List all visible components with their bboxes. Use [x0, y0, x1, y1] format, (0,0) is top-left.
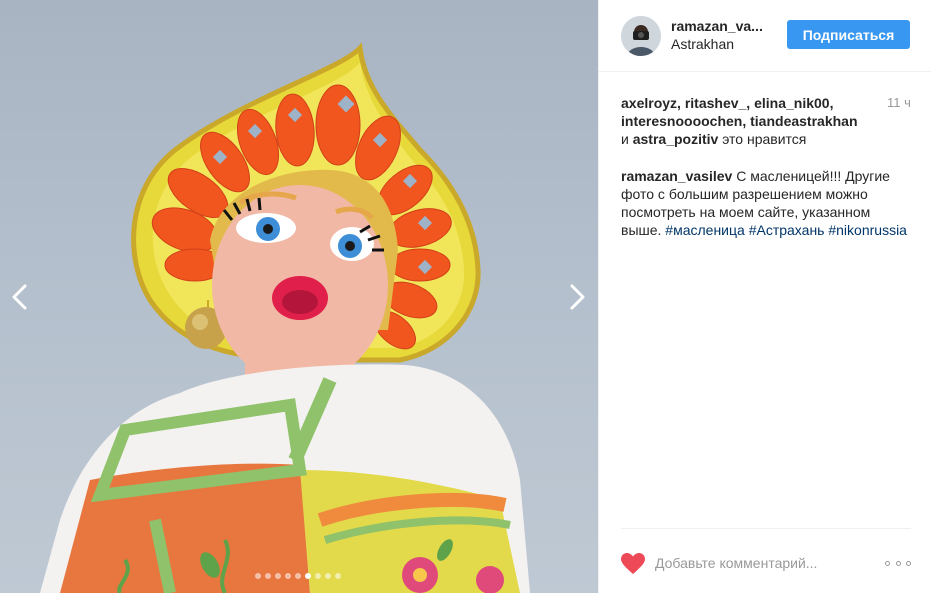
- like-button[interactable]: [621, 553, 645, 575]
- post-author[interactable]: ramazan_va...: [671, 18, 763, 34]
- post-photo[interactable]: [0, 0, 598, 593]
- carousel-dot: [315, 573, 321, 579]
- next-photo-button[interactable]: [565, 280, 591, 314]
- carousel-dot: [285, 573, 291, 579]
- carousel-indicator: [255, 573, 341, 579]
- post-actions: [621, 528, 911, 593]
- post-caption: ramazan_vasilev С масленицей!!! Другие ф…: [621, 167, 911, 239]
- likes-and-word: и: [621, 131, 633, 147]
- chevron-right-icon: [570, 284, 585, 310]
- carousel-dot: [305, 573, 311, 579]
- maslenitsa-doll-image: [40, 42, 530, 593]
- liked-user-last[interactable]: astra_pozitiv: [633, 131, 719, 147]
- carousel-dot: [265, 573, 271, 579]
- likes-summary: axelroyz, ritashev_, elina_nik00, intere…: [621, 94, 879, 148]
- comment-input[interactable]: [655, 553, 875, 573]
- carousel-dot: [255, 573, 261, 579]
- post-header: ramazan_va... Astrakhan Подписаться: [599, 0, 931, 72]
- avatar-photo: [621, 16, 661, 56]
- more-options-icon: [906, 560, 911, 566]
- liked-users-line-1[interactable]: axelroyz, ritashev_, elina_nik00,: [621, 95, 833, 111]
- post-details-panel: ramazan_va... Astrakhan Подписаться axel…: [598, 0, 931, 593]
- more-options-button[interactable]: [885, 555, 911, 571]
- more-options-icon: [895, 560, 901, 566]
- carousel-dot: [335, 573, 341, 579]
- hashtag-link[interactable]: #Астрахань: [749, 222, 825, 238]
- liked-users-line-2[interactable]: interesnoooochen, tiandeastrakhan: [621, 113, 858, 129]
- chevron-left-icon: [12, 284, 27, 310]
- carousel-dot: [325, 573, 331, 579]
- post-timestamp[interactable]: 11 ч: [887, 95, 911, 110]
- more-options-icon: [885, 560, 890, 566]
- carousel-dot: [295, 573, 301, 579]
- carousel-dot: [275, 573, 281, 579]
- heart-icon: [621, 553, 645, 574]
- hashtag-link[interactable]: #масленица: [665, 222, 745, 238]
- hashtag-link[interactable]: #nikonrussia: [828, 222, 907, 238]
- follow-button[interactable]: Подписаться: [787, 20, 910, 49]
- previous-photo-button[interactable]: [6, 280, 32, 314]
- post-location[interactable]: Astrakhan: [671, 36, 734, 52]
- avatar[interactable]: [621, 16, 661, 56]
- caption-author[interactable]: ramazan_vasilev: [621, 168, 732, 184]
- likes-suffix: это нравится: [718, 131, 807, 147]
